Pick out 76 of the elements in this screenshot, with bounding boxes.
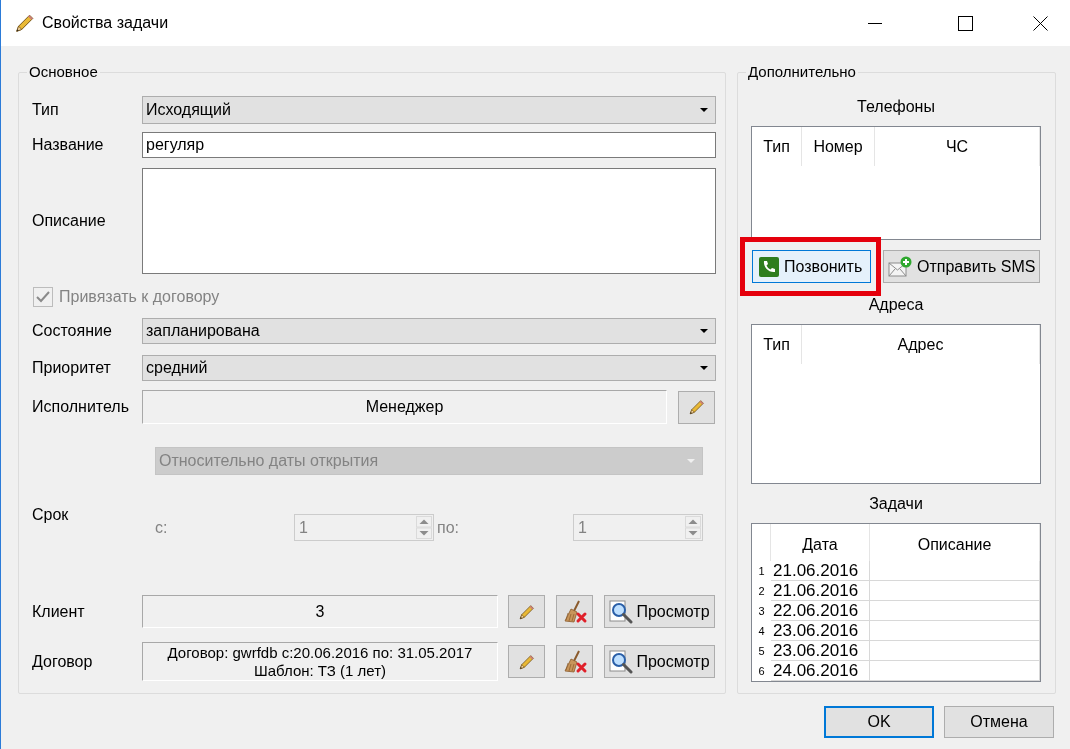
section-title: Задачи bbox=[868, 495, 924, 513]
field-label: Срок bbox=[32, 506, 70, 524]
pencil-icon bbox=[687, 398, 706, 416]
column-header[interactable]: Тип bbox=[752, 325, 802, 364]
checkbox-label: Привязать к договору bbox=[59, 288, 220, 306]
field-label: Клиент bbox=[32, 602, 86, 621]
close-icon bbox=[1032, 15, 1048, 31]
edit-button[interactable] bbox=[678, 390, 715, 424]
contract-text: Договор: gwrfdb с:20.06.2016 по: 31.05.2017 bbox=[167, 643, 473, 662]
spin-arrows-icon bbox=[685, 516, 701, 539]
field-label: Исполнитель bbox=[32, 398, 130, 416]
name-input[interactable]: регуляр bbox=[142, 132, 716, 158]
clear-button[interactable] bbox=[556, 595, 593, 628]
contract-text: Шаблон: ТЗ (1 лет) bbox=[253, 661, 387, 680]
table-cell: 21.06.2016 bbox=[771, 561, 870, 581]
window-title: Свойства задачи bbox=[42, 14, 169, 32]
from-label: с: bbox=[155, 518, 169, 537]
column-header[interactable]: Адрес bbox=[802, 325, 1040, 364]
executor-field: Менеджер bbox=[142, 390, 667, 424]
view-button[interactable]: Просмотр bbox=[604, 645, 715, 678]
client-field: 3 bbox=[142, 595, 498, 628]
field-label: Приоритет bbox=[32, 359, 112, 377]
table-cell: 24.06.2016 bbox=[771, 661, 870, 681]
row-number[interactable]: 4 bbox=[752, 621, 771, 641]
column-header[interactable]: Описание bbox=[870, 524, 1040, 561]
description-textarea[interactable] bbox=[142, 168, 716, 274]
field-label: Описание bbox=[32, 212, 107, 230]
envelope-plus-icon bbox=[888, 255, 912, 278]
edit-button[interactable] bbox=[508, 595, 545, 628]
send-sms-button[interactable]: Отправить SMS bbox=[883, 250, 1040, 283]
state-dropdown[interactable]: запланирована bbox=[142, 318, 716, 344]
column-header[interactable]: Номер bbox=[802, 127, 875, 166]
row-number[interactable]: 2 bbox=[752, 581, 771, 601]
group-title: Основное bbox=[28, 63, 99, 81]
to-label: по: bbox=[437, 518, 460, 537]
table-cell: 22.06.2016 bbox=[771, 601, 870, 621]
field-label: Состояние bbox=[32, 322, 113, 340]
magnifier-icon bbox=[609, 649, 634, 674]
view-button[interactable]: Просмотр bbox=[604, 595, 715, 628]
column-header[interactable]: ЧС bbox=[875, 127, 1040, 166]
call-button[interactable]: Позвонить bbox=[752, 250, 871, 283]
spin-arrows-icon bbox=[416, 516, 432, 539]
row-number[interactable]: 3 bbox=[752, 601, 771, 621]
field-label: Название bbox=[32, 136, 105, 154]
broom-cross-icon bbox=[561, 598, 588, 625]
row-number[interactable]: 6 bbox=[752, 661, 771, 681]
caret-icon bbox=[700, 329, 708, 333]
column-header[interactable]: Тип bbox=[752, 127, 802, 166]
row-number[interactable]: 5 bbox=[752, 641, 771, 661]
maximize-icon bbox=[957, 15, 973, 31]
clear-button[interactable] bbox=[556, 645, 593, 678]
caret-icon bbox=[700, 108, 708, 112]
table-cell: 23.06.2016 bbox=[771, 641, 870, 661]
magnifier-icon bbox=[609, 599, 634, 624]
table-cell: 23.06.2016 bbox=[771, 621, 870, 641]
type-dropdown[interactable]: Исходящий bbox=[142, 96, 716, 124]
column-header[interactable]: Дата bbox=[771, 524, 870, 561]
broom-cross-icon bbox=[561, 648, 588, 675]
section-title: Адреса bbox=[867, 296, 925, 314]
phone-icon bbox=[759, 256, 779, 277]
minimize-icon bbox=[868, 22, 882, 24]
caret-icon bbox=[700, 366, 708, 370]
table-cell: 21.06.2016 bbox=[771, 581, 870, 601]
priority-dropdown[interactable]: средний bbox=[142, 355, 716, 381]
field-label: Договор bbox=[32, 652, 94, 671]
field-label: Тип bbox=[32, 101, 60, 119]
caret-icon bbox=[687, 459, 695, 463]
pencil-icon bbox=[517, 602, 536, 621]
checkmark-icon bbox=[36, 291, 50, 303]
row-number[interactable]: 1 bbox=[752, 561, 771, 581]
dialog-button[interactable]: Отмена bbox=[944, 706, 1054, 738]
group-title: Дополнительно bbox=[747, 63, 857, 81]
section-title: Телефоны bbox=[856, 98, 936, 116]
edit-button[interactable] bbox=[508, 645, 545, 678]
dialog-button[interactable]: OK bbox=[824, 706, 934, 738]
pencil-icon bbox=[517, 652, 536, 671]
